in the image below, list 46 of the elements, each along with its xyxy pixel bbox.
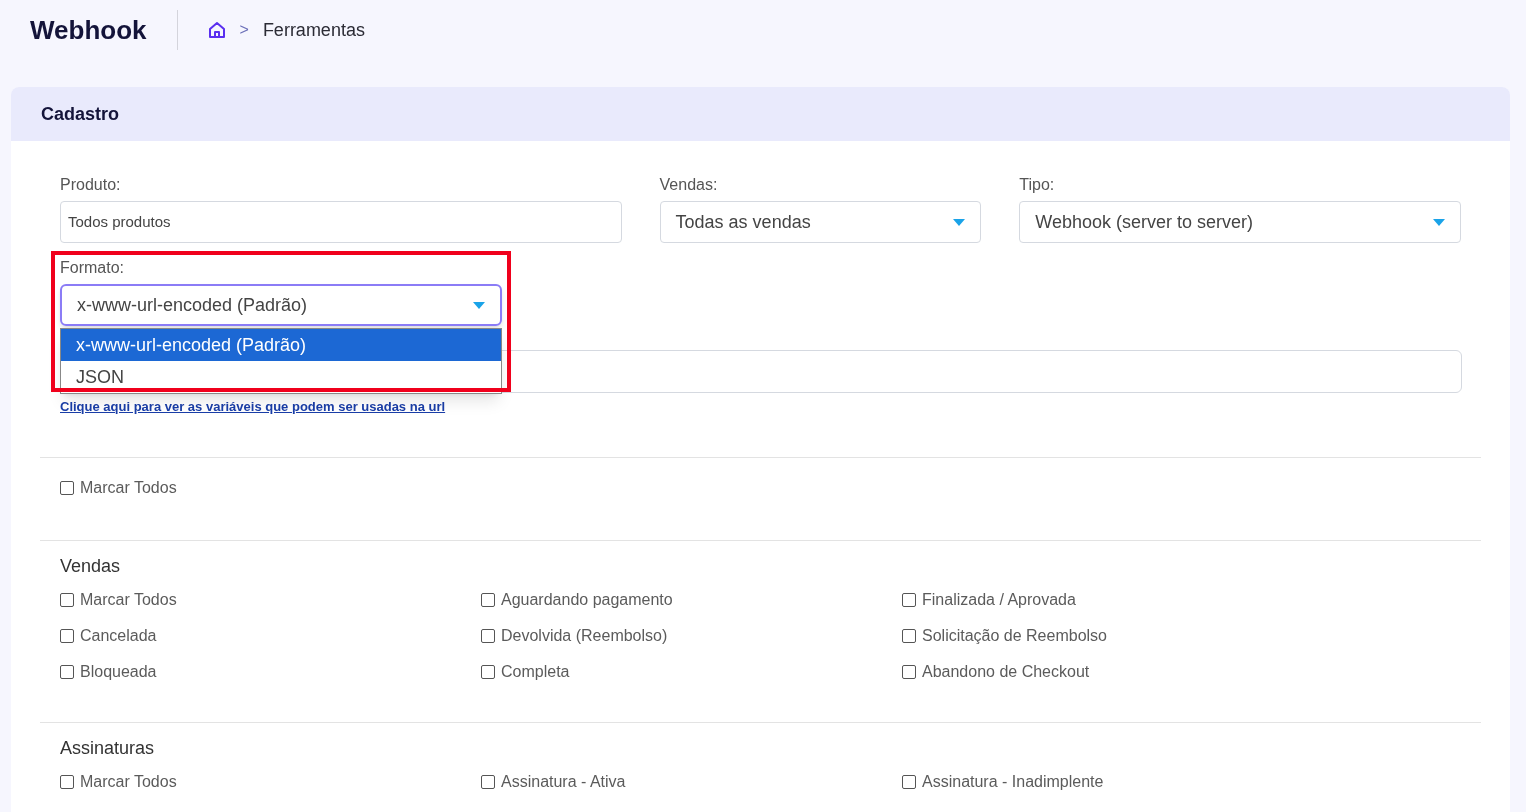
page-title: Webhook <box>30 13 148 47</box>
checkbox[interactable] <box>481 774 495 789</box>
checkbox[interactable] <box>60 592 74 607</box>
checkbox-label: Finalizada / Aprovada <box>922 589 1076 610</box>
checkbox[interactable] <box>902 664 916 679</box>
checkbox-label: Abandono de Checkout <box>922 661 1090 682</box>
caret-icon <box>473 301 485 309</box>
checkbox-label: Aguardando pagamento <box>501 589 673 610</box>
field-label: Tipo: <box>1019 175 1056 195</box>
checkbox[interactable] <box>481 664 495 679</box>
checkbox-label: Solicitação de Reembolso <box>922 625 1107 646</box>
checkbox-label: Cancelada <box>80 625 157 646</box>
checkbox[interactable] <box>60 664 74 679</box>
variables-link[interactable]: Clique aqui para ver as variáveis que podem ser usadas na url <box>60 397 446 417</box>
card-title: Cadastro <box>41 102 120 126</box>
caret-icon <box>953 218 966 226</box>
select-field[interactable]: Webhook (server to server) <box>1019 201 1461 243</box>
checkbox[interactable] <box>481 592 495 607</box>
section-title: Assinaturas <box>60 736 156 760</box>
checkbox[interactable] <box>60 628 74 643</box>
checkbox[interactable] <box>902 628 916 643</box>
checkbox[interactable] <box>902 774 916 789</box>
checkbox-label: Marcar Todos <box>80 771 177 792</box>
section-title: Vendas <box>60 554 122 578</box>
checkbox[interactable] <box>60 480 74 495</box>
checkbox-label: Marcar Todos <box>80 589 177 610</box>
select-field[interactable]: Todas as vendas <box>659 201 982 243</box>
field-label: Vendas: <box>659 175 719 195</box>
checkbox-label: Devolvida (Reembolso) <box>501 625 668 646</box>
home-icon[interactable] <box>207 21 226 39</box>
checkbox-label: Completa <box>501 661 570 682</box>
checkbox[interactable] <box>902 592 916 607</box>
breadcrumb-item[interactable]: Ferramentas <box>262 16 365 44</box>
text-field[interactable]: Todos produtos <box>60 201 622 243</box>
breadcrumb-separator: > <box>239 20 249 40</box>
caret-icon <box>1433 218 1445 226</box>
field-label: Formato: <box>60 258 125 278</box>
checkbox-label: Assinatura - Inadimplente <box>922 771 1104 792</box>
dropdown-option[interactable]: x-www-url-encoded (Padrão) <box>61 329 501 361</box>
field-label: Produto: <box>60 175 122 195</box>
checkbox[interactable] <box>481 628 495 643</box>
checkbox-label: Marcar Todos <box>80 477 177 498</box>
checkbox[interactable] <box>60 774 74 789</box>
checkbox-label: Bloqueada <box>80 661 157 682</box>
select-field[interactable]: x-www-url-encoded (Padrão) <box>60 284 502 326</box>
checkbox-label: Assinatura - Ativa <box>501 771 626 792</box>
